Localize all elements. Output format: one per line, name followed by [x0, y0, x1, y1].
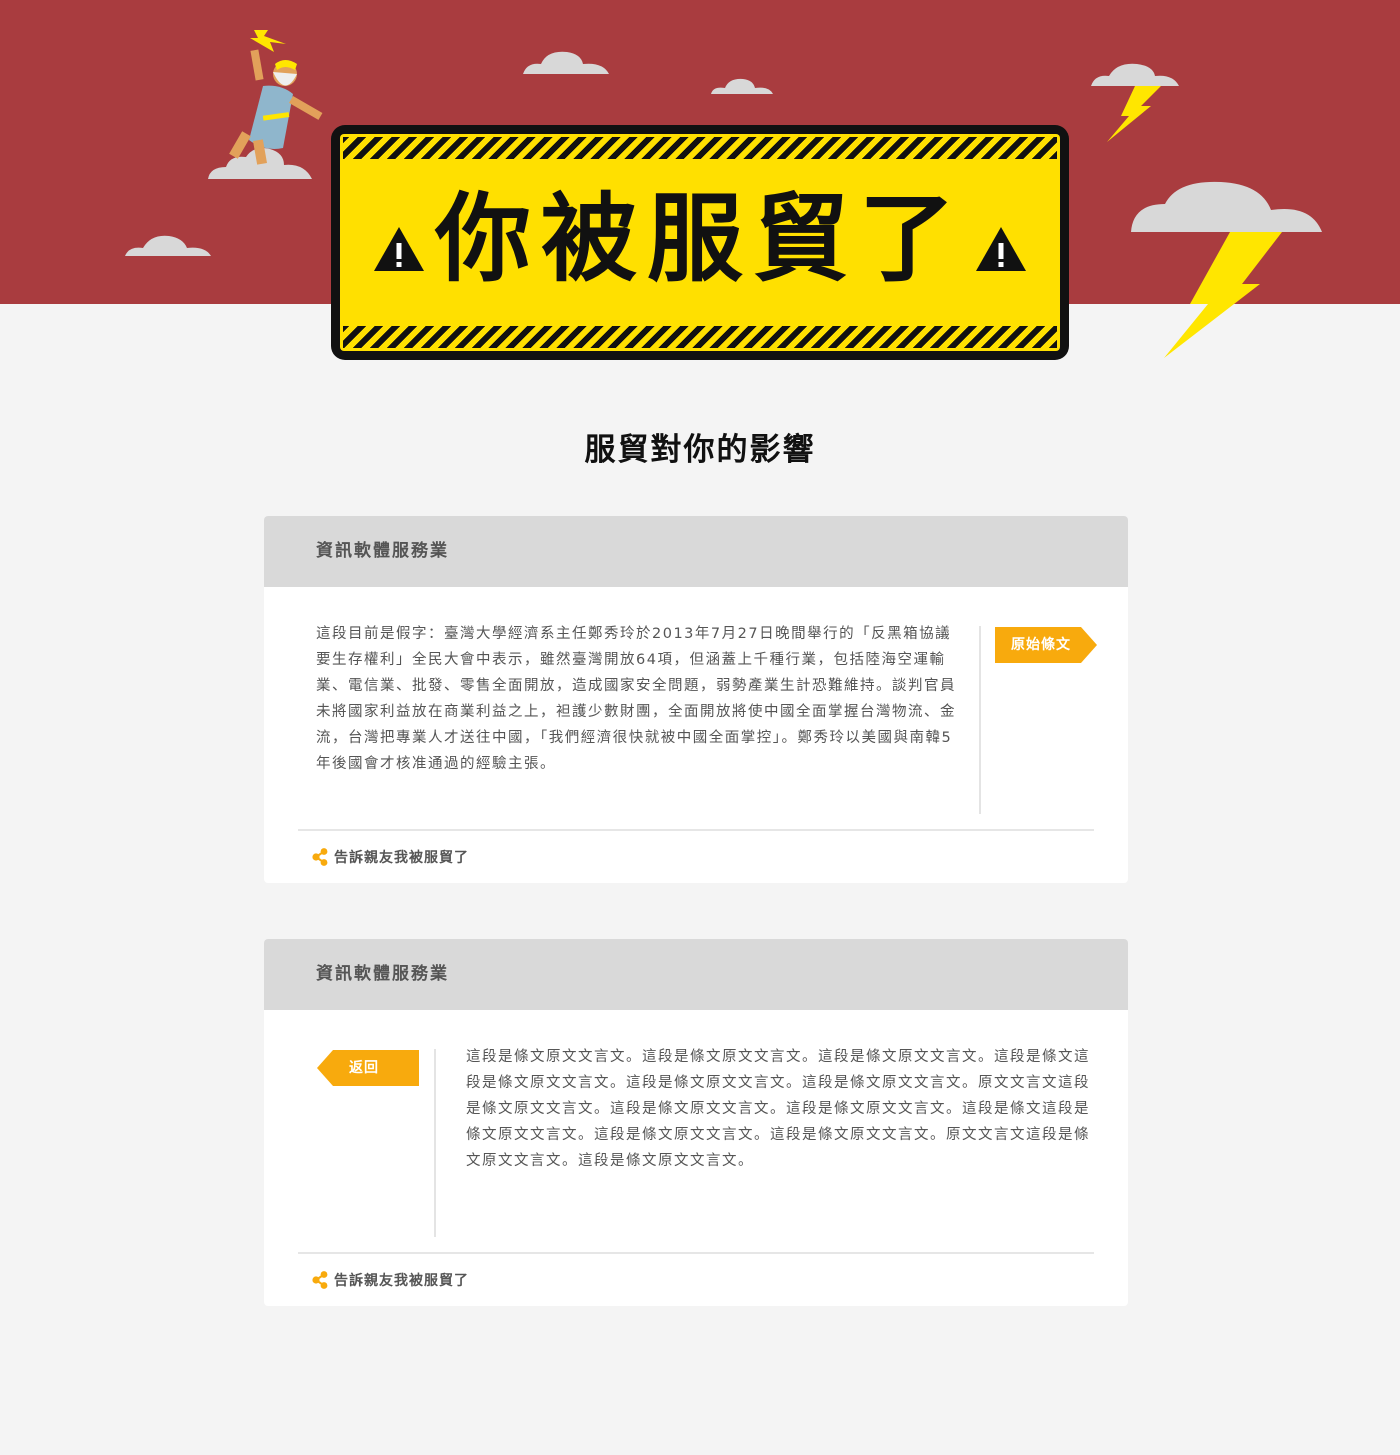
- sign-title: 你被服貿了: [435, 183, 965, 295]
- cloud-icon: [1091, 63, 1179, 86]
- impact-card: 資訊軟體服務業 這段目前是假字：臺灣大學經濟系主任鄭秀玲於2013年7月27日晚…: [264, 516, 1128, 883]
- lightning-bolt-icon: [1107, 86, 1161, 142]
- warning-sign: 你被服貿了: [331, 125, 1069, 360]
- lightning-bolt-icon: [1164, 232, 1282, 358]
- share-link[interactable]: 告訴親友我被服貿了: [312, 1269, 469, 1291]
- original-clause-button[interactable]: 原始條文: [995, 627, 1097, 663]
- card-header: 資訊軟體服務業: [264, 939, 1128, 1010]
- cloud-icon: [125, 235, 211, 256]
- card-body: 這段目前是假字：臺灣大學經濟系主任鄭秀玲於2013年7月27日晚間舉行的「反黑箱…: [264, 587, 1128, 829]
- share-label: 告訴親友我被服貿了: [334, 1273, 469, 1289]
- zeus-figure-icon: [229, 49, 323, 165]
- horizontal-divider: [298, 1252, 1094, 1254]
- back-button[interactable]: 返回: [317, 1050, 419, 1086]
- card-body: 返回 這段是條文原文文言文。這段是條文原文文言文。這段是條文原文文言文。這段是條…: [264, 1010, 1128, 1252]
- vertical-divider: [434, 1049, 436, 1237]
- impact-card: 資訊軟體服務業 返回 這段是條文原文文言文。這段是條文原文文言文。這段是條文原文…: [264, 939, 1128, 1306]
- hazard-stripe-bottom: [343, 326, 1057, 348]
- hazard-stripe-top: [343, 137, 1057, 159]
- warning-sign-panel: 你被服貿了: [340, 134, 1060, 351]
- card-clause-text: 這段是條文原文文言文。這段是條文原文文言文。這段是條文原文文言文。這段是條文這段…: [466, 1049, 1090, 1169]
- share-icon: [312, 1271, 328, 1289]
- vertical-divider: [979, 626, 981, 814]
- share-link[interactable]: 告訴親友我被服貿了: [312, 846, 469, 868]
- cloud-icon: [1131, 181, 1322, 232]
- share-icon: [312, 848, 328, 866]
- warning-triangle-icon: [976, 227, 1026, 271]
- section-title: 服貿對你的影響: [584, 432, 816, 468]
- cloud-icon: [523, 51, 609, 74]
- share-label: 告訴親友我被服貿了: [334, 850, 469, 866]
- card-description: 這段目前是假字：臺灣大學經濟系主任鄭秀玲於2013年7月27日晚間舉行的「反黑箱…: [316, 626, 956, 772]
- horizontal-divider: [298, 829, 1094, 831]
- cloud-icon: [711, 78, 773, 94]
- card-header: 資訊軟體服務業: [264, 516, 1128, 587]
